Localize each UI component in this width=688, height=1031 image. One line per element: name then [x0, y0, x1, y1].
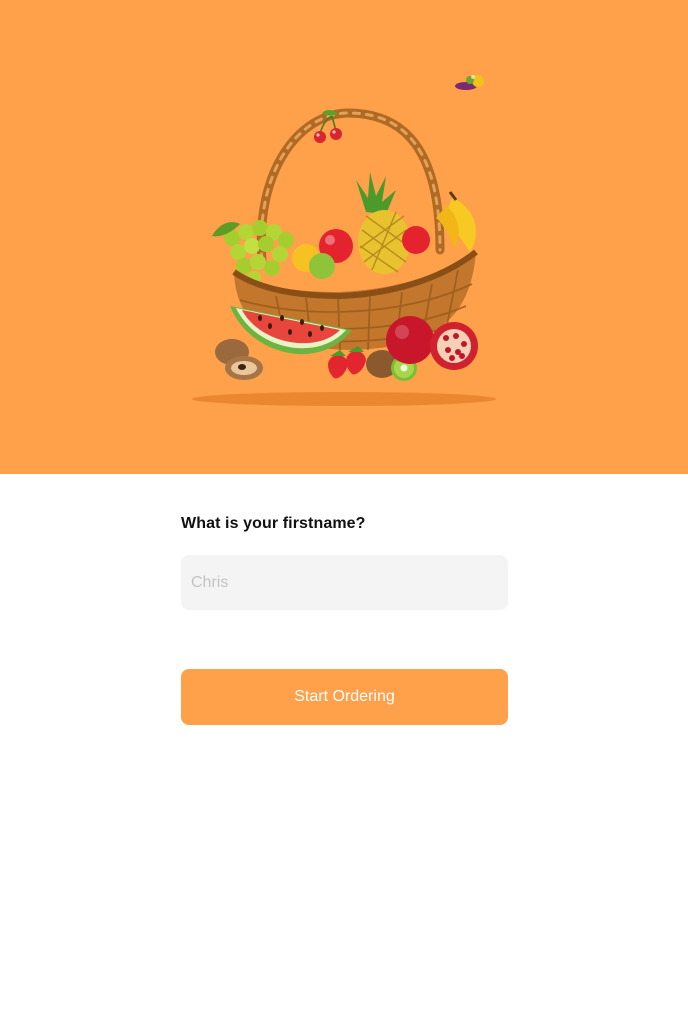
hero-banner [0, 0, 688, 474]
start-ordering-button[interactable]: Start Ordering [181, 669, 508, 725]
floating-fruit-icon [455, 75, 484, 90]
fruit-basket-illustration [192, 75, 496, 406]
firstname-input[interactable] [181, 555, 508, 610]
firstname-question-label: What is your firstname? [181, 515, 366, 532]
